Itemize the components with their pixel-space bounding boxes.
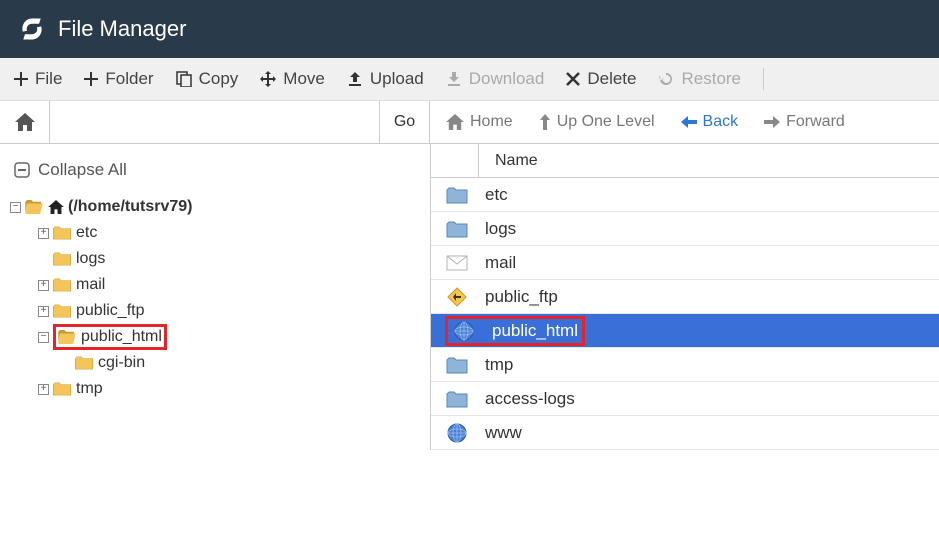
mail-icon: [445, 253, 469, 273]
tree-item-logs[interactable]: logs: [10, 246, 420, 272]
expander-icon[interactable]: +: [38, 306, 49, 317]
upload-icon: [347, 71, 363, 87]
delete-icon: [566, 72, 580, 86]
file-row-tmp[interactable]: tmp: [431, 348, 939, 382]
breadcrumb-nav: Home Up One Level Back Forward: [430, 101, 939, 143]
plus-icon: [14, 72, 28, 86]
collapse-all-button[interactable]: Collapse All: [10, 160, 420, 180]
toolbar: File Folder Copy Move Upload Download De…: [0, 58, 939, 101]
globe-icon: [445, 423, 469, 443]
tree-item-etc[interactable]: +etc: [10, 220, 420, 246]
tree-item-public_html[interactable]: −public_html: [10, 324, 420, 350]
back-arrow-icon: [681, 115, 697, 129]
nav-row: Go Home Up One Level Back Forward: [0, 101, 939, 144]
ftp-icon: [445, 287, 469, 307]
folder-icon: [445, 389, 469, 409]
highlighted-tree-item: public_html: [53, 324, 167, 350]
nav-home-button[interactable]: Home: [446, 113, 513, 131]
tree-item-tmp[interactable]: +tmp: [10, 376, 420, 402]
nav-back-button[interactable]: Back: [681, 113, 739, 131]
forward-arrow-icon: [764, 115, 780, 129]
folder-open-icon: [25, 200, 48, 214]
expander-icon[interactable]: −: [10, 202, 21, 213]
home-icon: [446, 114, 464, 130]
delete-button[interactable]: Delete: [566, 69, 636, 89]
file-list-header: Name: [431, 144, 939, 178]
move-button[interactable]: Move: [260, 69, 325, 89]
cpanel-logo-icon: [18, 15, 46, 43]
file-row-etc[interactable]: etc: [431, 178, 939, 212]
restore-icon: [658, 71, 674, 87]
collapse-icon: [14, 162, 30, 178]
nav-forward-button[interactable]: Forward: [764, 113, 845, 131]
file-button[interactable]: File: [14, 69, 62, 89]
toolbar-separator: [763, 68, 764, 90]
copy-button[interactable]: Copy: [176, 69, 239, 89]
file-row-public_ftp[interactable]: public_ftp: [431, 280, 939, 314]
plus-icon: [84, 72, 98, 86]
home-button[interactable]: [0, 101, 50, 143]
main-area: Collapse All − (/home/tutsrv79) +etclogs…: [0, 144, 939, 450]
restore-button[interactable]: Restore: [658, 69, 741, 89]
folder-button[interactable]: Folder: [84, 69, 153, 89]
file-row-www[interactable]: www: [431, 416, 939, 450]
file-list: etclogsmailpublic_ftppublic_htmltmpacces…: [431, 178, 939, 450]
download-button[interactable]: Download: [446, 69, 545, 89]
app-title: File Manager: [58, 16, 186, 42]
file-row-logs[interactable]: logs: [431, 212, 939, 246]
globe-icon: [452, 321, 476, 341]
copy-icon: [176, 71, 192, 87]
nav-up-button[interactable]: Up One Level: [539, 113, 655, 131]
folder-icon: [445, 219, 469, 239]
file-row-mail[interactable]: mail: [431, 246, 939, 280]
upload-button[interactable]: Upload: [347, 69, 424, 89]
home-icon: [15, 113, 35, 131]
folder-tree-panel: Collapse All − (/home/tutsrv79) +etclogs…: [0, 144, 430, 450]
move-icon: [260, 71, 276, 87]
expander-icon[interactable]: +: [38, 280, 49, 291]
tree-root[interactable]: − (/home/tutsrv79): [10, 194, 420, 220]
expander-icon: [60, 358, 71, 369]
expander-icon: [38, 254, 49, 265]
go-button[interactable]: Go: [379, 101, 429, 143]
folder-icon: [445, 355, 469, 375]
tree-item-cgi-bin[interactable]: cgi-bin: [10, 350, 420, 376]
up-arrow-icon: [539, 114, 551, 130]
tree-item-public_ftp[interactable]: +public_ftp: [10, 298, 420, 324]
home-icon: [48, 200, 64, 214]
file-list-panel: Name etclogsmailpublic_ftppublic_htmltmp…: [430, 144, 939, 450]
name-column-header[interactable]: Name: [479, 152, 538, 170]
path-input[interactable]: [50, 101, 379, 143]
highlighted-file-row: public_html: [445, 316, 585, 346]
expander-icon[interactable]: +: [38, 384, 49, 395]
app-header: File Manager: [0, 0, 939, 58]
sort-column[interactable]: [431, 144, 479, 177]
file-row-public_html[interactable]: public_html: [431, 314, 939, 348]
expander-icon[interactable]: −: [38, 332, 49, 343]
folder-tree: − (/home/tutsrv79) +etclogs+mail+public_…: [10, 194, 420, 402]
tree-item-mail[interactable]: +mail: [10, 272, 420, 298]
file-row-access-logs[interactable]: access-logs: [431, 382, 939, 416]
download-icon: [446, 71, 462, 87]
path-bar: Go: [0, 101, 430, 143]
folder-icon: [445, 185, 469, 205]
expander-icon[interactable]: +: [38, 228, 49, 239]
